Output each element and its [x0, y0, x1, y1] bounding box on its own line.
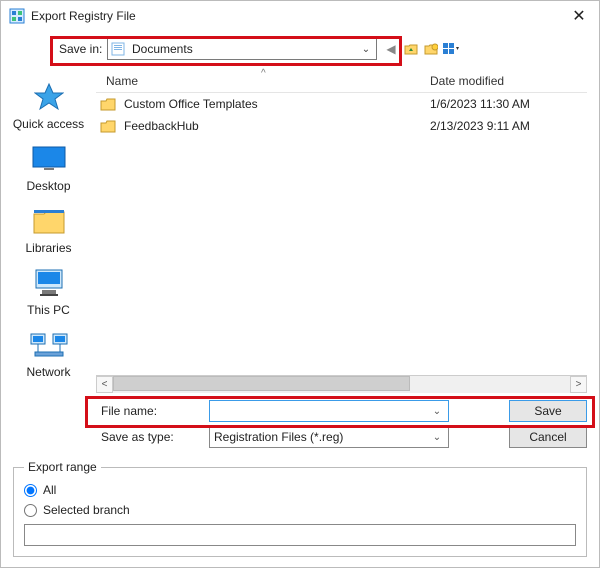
radio-selected-row[interactable]: Selected branch	[24, 500, 576, 520]
savetype-combo[interactable]: Registration Files (*.reg) ⌄	[209, 426, 449, 448]
place-label: Quick access	[13, 117, 84, 131]
desktop-icon	[29, 143, 69, 175]
export-range-legend: Export range	[24, 460, 101, 474]
place-libraries[interactable]: Libraries	[9, 205, 89, 255]
middle-area: Quick access Desktop Libraries This PC	[1, 69, 599, 392]
save-button[interactable]: Save	[509, 400, 587, 422]
radio-all-row[interactable]: All	[24, 480, 576, 500]
place-label: Libraries	[25, 241, 71, 255]
savetype-value: Registration Files (*.reg)	[214, 430, 430, 444]
sort-arrow-icon: ^	[261, 68, 266, 79]
filename-combo[interactable]: ⌄	[209, 400, 449, 422]
scroll-thumb[interactable]	[113, 376, 410, 391]
radio-selected-label: Selected branch	[43, 503, 130, 517]
export-registry-dialog: Export Registry File ✕ Save in: Document…	[0, 0, 600, 568]
chevron-down-icon[interactable]: ⌄	[430, 406, 444, 417]
horizontal-scrollbar[interactable]: < >	[96, 375, 587, 392]
back-icon[interactable]: ◀	[383, 41, 399, 57]
cancel-button[interactable]: Cancel	[509, 426, 587, 448]
save-in-combo[interactable]: Documents ⌄	[107, 38, 377, 60]
save-in-row: Save in: Documents ⌄ ◀	[55, 35, 587, 63]
save-in-value: Documents	[132, 42, 358, 56]
file-name: Custom Office Templates	[124, 97, 430, 111]
libraries-icon	[29, 205, 69, 237]
views-icon[interactable]	[443, 41, 459, 57]
branch-input[interactable]	[24, 524, 576, 546]
file-listing: ^ Name Date modified Custom Office Templ…	[96, 69, 587, 392]
new-folder-icon[interactable]	[423, 41, 439, 57]
title-bar: Export Registry File ✕	[1, 1, 599, 31]
close-button[interactable]: ✕	[559, 1, 599, 31]
place-this-pc[interactable]: This PC	[9, 267, 89, 317]
col-date[interactable]: Date modified	[430, 74, 583, 88]
list-item[interactable]: FeedbackHub 2/13/2023 9:11 AM	[96, 115, 587, 137]
folder-icon	[100, 96, 118, 112]
place-network[interactable]: Network	[9, 329, 89, 379]
place-quick-access[interactable]: Quick access	[9, 81, 89, 131]
chevron-down-icon[interactable]: ⌄	[430, 432, 444, 443]
window-title: Export Registry File	[31, 9, 559, 23]
network-icon	[29, 329, 69, 361]
chevron-down-icon: ⌄	[358, 44, 374, 55]
place-desktop[interactable]: Desktop	[9, 143, 89, 193]
this-pc-icon	[29, 267, 69, 299]
filename-label: File name:	[101, 404, 201, 418]
radio-all-label: All	[43, 483, 56, 497]
toolbar-icons: ◀	[383, 41, 459, 57]
documents-icon	[110, 41, 126, 57]
place-label: This PC	[27, 303, 70, 317]
filename-input[interactable]	[214, 403, 430, 419]
regedit-icon	[9, 8, 25, 24]
radio-all[interactable]	[24, 484, 37, 497]
list-item[interactable]: Custom Office Templates 1/6/2023 11:30 A…	[96, 93, 587, 115]
folder-icon	[100, 118, 118, 134]
file-date: 1/6/2023 11:30 AM	[430, 97, 530, 111]
file-area[interactable]: Custom Office Templates 1/6/2023 11:30 A…	[96, 93, 587, 375]
star-icon	[29, 81, 69, 113]
scroll-track[interactable]	[113, 376, 570, 393]
places-bar: Quick access Desktop Libraries This PC	[1, 69, 96, 392]
file-date: 2/13/2023 9:11 AM	[430, 119, 530, 133]
scroll-left-icon[interactable]: <	[96, 376, 113, 393]
filename-row: File name: ⌄ Save	[101, 398, 587, 424]
savetype-row: Save as type: Registration Files (*.reg)…	[101, 424, 587, 450]
savetype-label: Save as type:	[101, 430, 201, 444]
place-label: Network	[26, 365, 70, 379]
scroll-right-icon[interactable]: >	[570, 376, 587, 393]
bottom-fields: File name: ⌄ Save Save as type: Registra…	[1, 392, 599, 452]
file-name: FeedbackHub	[124, 119, 430, 133]
save-in-label: Save in:	[55, 42, 107, 56]
radio-selected[interactable]	[24, 504, 37, 517]
place-label: Desktop	[26, 179, 70, 193]
up-folder-icon[interactable]	[403, 41, 419, 57]
export-range-group: Export range All Selected branch	[13, 460, 587, 557]
column-headers[interactable]: ^ Name Date modified	[96, 69, 587, 93]
